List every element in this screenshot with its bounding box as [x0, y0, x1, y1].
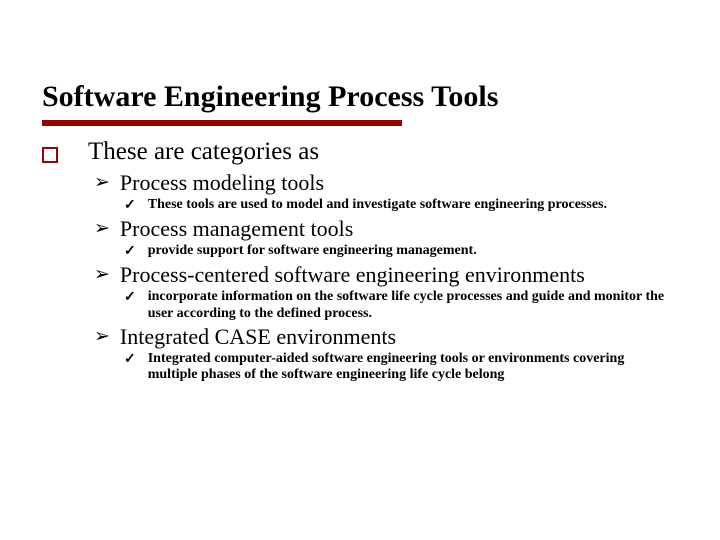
level3-list: ✓ provide support for software engineeri…	[124, 243, 678, 261]
check-bullet-icon: ✓	[124, 289, 136, 307]
level2-item: ➢ Process-centered software engineering …	[94, 262, 678, 288]
page-title: Software Engineering Process Tools	[42, 80, 678, 114]
level3-list: ✓ These tools are used to model and inve…	[124, 197, 678, 215]
level3-list: ✓ incorporate information on the softwar…	[124, 289, 678, 323]
arrow-bullet-icon: ➢	[94, 262, 110, 288]
level2-item: ➢ Integrated CASE environments	[94, 324, 678, 350]
level2-label: Integrated CASE environments	[120, 324, 396, 350]
level3-list: ✓ Integrated computer-aided software eng…	[124, 351, 678, 385]
level3-item: ✓ incorporate information on the softwar…	[124, 289, 678, 323]
level2-item: ➢ Process modeling tools	[94, 170, 678, 196]
level3-text: provide support for software engineering…	[148, 243, 477, 260]
level1-item: These are categories as	[42, 138, 678, 166]
level2-list: ➢ Process modeling tools ✓ These tools a…	[94, 170, 678, 384]
level1-text: These are categories as	[88, 138, 319, 166]
level3-item: ✓ Integrated computer-aided software eng…	[124, 351, 678, 385]
level3-item: ✓ provide support for software engineeri…	[124, 243, 678, 261]
arrow-bullet-icon: ➢	[94, 324, 110, 350]
title-underline	[42, 120, 402, 126]
check-bullet-icon: ✓	[124, 243, 136, 261]
level2-label: Process modeling tools	[120, 170, 324, 196]
level3-text: Integrated computer-aided software engin…	[148, 351, 668, 385]
check-bullet-icon: ✓	[124, 351, 136, 369]
level3-text: incorporate information on the software …	[148, 289, 668, 323]
arrow-bullet-icon: ➢	[94, 170, 110, 196]
level3-item: ✓ These tools are used to model and inve…	[124, 197, 678, 215]
slide: Software Engineering Process Tools These…	[0, 0, 720, 384]
level3-text: These tools are used to model and invest…	[148, 197, 607, 214]
arrow-bullet-icon: ➢	[94, 216, 110, 242]
level2-item: ➢ Process management tools	[94, 216, 678, 242]
square-bullet-icon	[42, 147, 58, 163]
level2-label: Process-centered software engineering en…	[120, 262, 585, 288]
check-bullet-icon: ✓	[124, 197, 136, 215]
level2-label: Process management tools	[120, 216, 353, 242]
